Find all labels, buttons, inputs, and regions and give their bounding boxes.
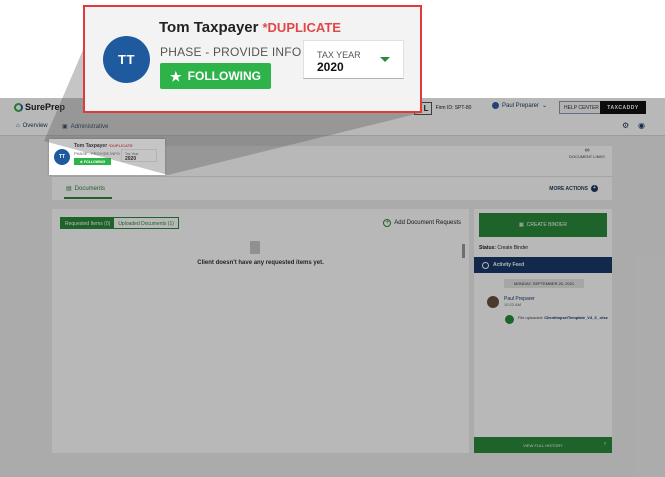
client-phase-small: PHASE - PROVIDE INFO xyxy=(74,151,120,156)
tax-year-label: TAX YEAR xyxy=(317,50,361,60)
duplicate-flag: *DUPLICATE xyxy=(262,20,341,35)
following-button[interactable]: ★ FOLLOWING xyxy=(160,63,271,89)
client-card-highlight: TT Tom Taxpayer *DUPLICATE PHASE - PROVI… xyxy=(49,139,165,175)
star-icon: ★ xyxy=(170,68,182,84)
client-avatar-small: TT xyxy=(54,149,70,165)
client-name-text: Tom Taxpayer xyxy=(159,19,259,36)
client-name: Tom Taxpayer *DUPLICATE xyxy=(159,19,341,36)
client-name-small-text: Tom Taxpayer xyxy=(74,143,108,149)
client-phase: PHASE - PROVIDE INFO xyxy=(160,45,302,59)
zoom-callout: TT Tom Taxpayer *DUPLICATE PHASE - PROVID… xyxy=(83,5,422,113)
following-button-small[interactable]: ★ FOLLOWING xyxy=(74,158,111,165)
tax-year-select[interactable]: TAX YEAR 2020 xyxy=(303,40,404,79)
following-label-small: FOLLOWING xyxy=(83,159,106,164)
client-avatar: TT xyxy=(103,36,150,83)
following-label: FOLLOWING xyxy=(187,69,261,83)
caret-down-icon xyxy=(380,57,390,62)
tax-year-select-small[interactable]: Tax Year 2020 xyxy=(121,149,157,162)
duplicate-flag-small: *DUPLICATE xyxy=(108,143,133,148)
screen: SurePrep 3 L Firm ID: SPT-80 Paul Prepar… xyxy=(0,0,665,477)
tax-year-value-small: 2020 xyxy=(125,156,137,162)
tax-year-value: 2020 xyxy=(317,60,344,74)
